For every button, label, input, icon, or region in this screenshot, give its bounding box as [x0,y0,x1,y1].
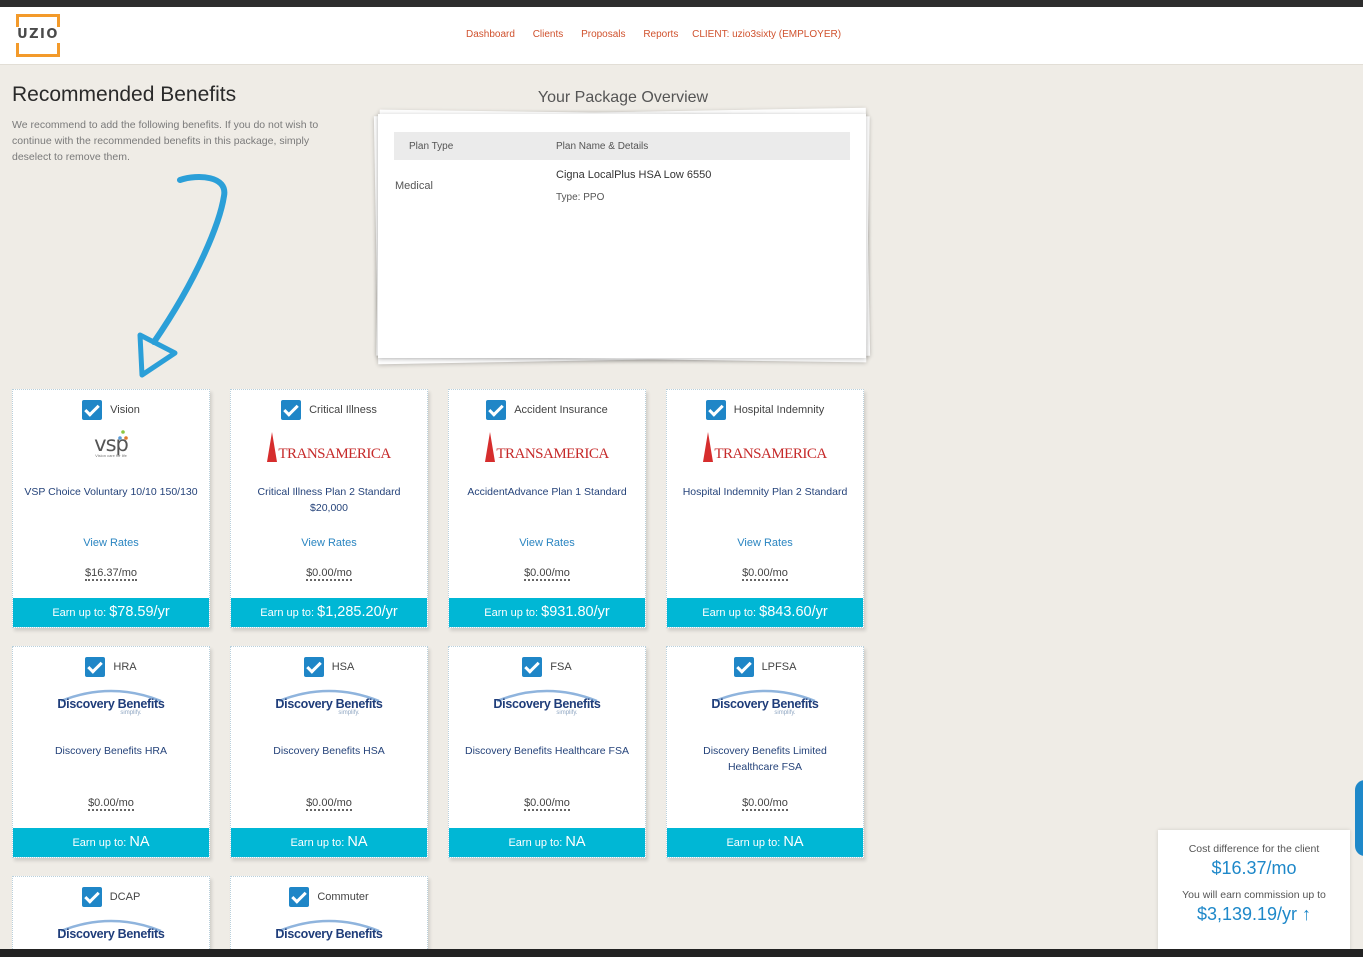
plan-name: Discovery Benefits HSA [273,745,385,757]
benefit-card-hsa: HSA Discovery Benefits simplify. Discover… [230,646,428,858]
monthly-price: $0.00/mo [524,797,570,811]
commuter-checkbox[interactable] [289,887,310,907]
benefit-card-lpfsa: LPFSA Discovery Benefits simplify. Discov… [666,646,864,858]
view-rates-link[interactable]: View Rates [449,537,645,549]
earn-banner: Earn up to: NA [13,828,209,857]
monthly-price: $0.00/mo [524,567,570,581]
benefit-card-commuter: Commuter Discovery Benefits [230,876,428,957]
discovery-benefits-logo: Discovery Benefits simplify. [667,687,863,727]
overview-plan-type-detail: Type: PPO [556,192,605,203]
window-bottom-bar [0,949,1363,957]
card-category: Accident Insurance [514,404,608,416]
monthly-price: $16.37/mo [85,567,137,581]
hra-checkbox[interactable] [85,657,106,677]
hsa-checkbox[interactable] [303,657,324,677]
hospital-indemnity-checkbox[interactable] [705,400,726,420]
earn-banner: Earn up to: NA [667,828,863,857]
cost-summary-panel: Cost difference for the client $16.37/mo… [1158,830,1350,957]
commission-value: $3,139.19/yr ↑ [1196,904,1312,924]
card-category: LPFSA [761,661,797,673]
overview-plan-type: Medical [395,180,433,192]
earn-banner: Earn up to: $1,285.20/yr [231,598,427,627]
earn-banner: Earn up to: NA [449,828,645,857]
benefit-card-vision: Vision VSP Vision care for life VSP Choi… [12,389,210,628]
accident-insurance-checkbox[interactable] [486,400,507,420]
pointer-arrow-icon [137,174,228,378]
benefit-card-critical-illness: Critical Illness TRANSAMERICA Critical I… [230,389,428,628]
app-header: UZIO Dashboard Clients Proposals Reports… [0,7,1363,65]
plan-name: Discovery Benefits Healthcare FSA [465,745,629,757]
benefit-card-hra: HRA Discovery Benefits simplify. Discover… [12,646,210,858]
critical-illness-checkbox[interactable] [281,400,302,420]
col-plan-name: Plan Name & Details [556,141,649,152]
nav-proposals[interactable]: Proposals [581,29,625,40]
overview-plan-name: Cigna LocalPlus HSA Low 6550 [556,169,712,181]
page-description: We recommend to add the following benefi… [12,119,319,163]
card-category: HSA [331,661,355,673]
lpfsa-checkbox[interactable] [733,657,754,677]
card-category: HRA [113,661,137,673]
transamerica-logo: TRANSAMERICA [231,430,427,470]
earn-banner: Earn up to: $931.80/yr [449,598,645,627]
cost-difference-label: Cost difference for the client [1188,843,1320,855]
nav-clients[interactable]: Clients [533,29,564,40]
monthly-price: $0.00/mo [306,797,352,811]
monthly-price: $0.00/mo [88,797,134,811]
nav-dashboard[interactable]: Dashboard [466,29,515,40]
nav-client[interactable]: CLIENT: uzio3sixty (EMPLOYER) [692,29,841,40]
commission-label: You will earn commission up to [1182,889,1326,901]
benefit-card-dcap: DCAP Discovery Benefits [12,876,210,957]
earn-banner: Earn up to: $843.60/yr [667,598,863,627]
vision-checkbox[interactable] [82,400,103,420]
overview-title: Your Package Overview [537,89,709,106]
page-title: Recommended Benefits [12,83,237,106]
plan-name: VSP Choice Voluntary 10/10 150/130 [24,486,198,498]
benefit-card-accident-insurance: Accident Insurance TRANSAMERICA Accident… [448,389,646,628]
vsp-logo: VSP Vision care for life [94,430,129,458]
nav-reports[interactable]: Reports [643,29,678,40]
card-category: DCAP [109,891,141,903]
monthly-price: $0.00/mo [306,567,352,581]
view-rates-link[interactable]: View Rates [667,537,863,549]
overview-table-header: Plan Type Plan Name & Details [394,132,850,160]
transamerica-logo: TRANSAMERICA [449,430,645,470]
earn-banner: Earn up to: NA [231,828,427,857]
window-top-bar [0,0,1363,7]
uzio-logo[interactable]: UZIO [16,14,60,57]
discovery-benefits-logo: Discovery Benefits simplify. [231,687,427,727]
col-plan-type: Plan Type [409,141,454,152]
fsa-checkbox[interactable] [522,657,543,677]
card-category: FSA [550,661,572,673]
view-rates-link[interactable]: View Rates [231,537,427,549]
plan-name: Discovery Benefits HRA [54,745,168,757]
plan-name: Discovery Benefits Limited Healthcare FS… [703,745,827,773]
benefit-card-hospital-indemnity: Hospital Indemnity TRANSAMERICA Hospital… [666,389,864,628]
card-category: Vision [110,404,140,416]
transamerica-logo: TRANSAMERICA [667,430,863,470]
plan-name: Critical Illness Plan 2 Standard $20,000 [257,486,401,514]
package-overview-panel: Plan Type Plan Name & Details Medical Ci… [378,114,866,358]
monthly-price: $0.00/mo [742,567,788,581]
view-rates-link[interactable]: View Rates [13,537,209,549]
earn-banner: Earn up to: $78.59/yr [13,598,209,627]
benefit-card-fsa: FSA Discovery Benefits simplify. Discover… [448,646,646,858]
card-category: Critical Illness [309,404,377,416]
discovery-benefits-logo: Discovery Benefits simplify. [449,687,645,727]
main-nav: Dashboard Clients Proposals Reports CLIE… [466,29,841,40]
monthly-price: $0.00/mo [742,797,788,811]
card-category: Hospital Indemnity [733,404,825,416]
discovery-benefits-logo: Discovery Benefits simplify. [13,687,209,727]
side-panel-tab[interactable] [1355,780,1363,856]
dcap-checkbox[interactable] [81,887,102,907]
cost-difference-value: $16.37/mo [1211,858,1297,878]
card-category: Commuter [317,891,369,903]
plan-name: Hospital Indemnity Plan 2 Standard [682,486,848,498]
plan-name: AccidentAdvance Plan 1 Standard [467,486,627,498]
